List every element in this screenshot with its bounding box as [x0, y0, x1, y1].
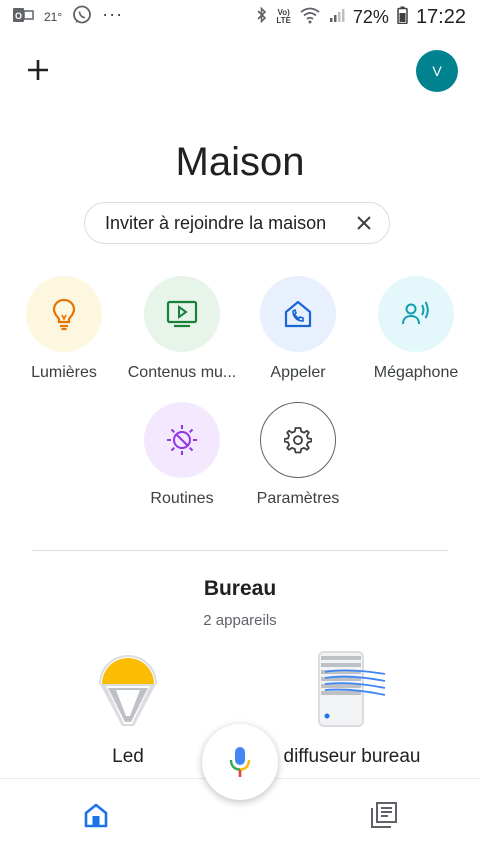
action-call[interactable]: Appeler: [238, 276, 358, 382]
close-icon: [357, 216, 371, 230]
lights-button[interactable]: [26, 276, 102, 352]
mic-icon: [229, 747, 251, 777]
nav-home-tab[interactable]: [80, 799, 112, 831]
megaphone-icon: [402, 301, 429, 325]
assistant-mic-button[interactable]: [202, 724, 278, 800]
bluetooth-icon: [256, 6, 268, 28]
action-label: Paramètres: [256, 490, 340, 507]
action-label: Appeler: [270, 364, 326, 381]
weather-temperature: 21°: [44, 10, 63, 24]
avatar-initial: V: [432, 63, 442, 79]
room-device-count: 2 appareils: [203, 612, 277, 629]
volte-indicator: Vo) LTE: [276, 9, 291, 25]
home-icon: [84, 803, 108, 828]
media-button[interactable]: [144, 276, 220, 352]
light-bulb-device-icon: [99, 655, 157, 726]
action-broadcast[interactable]: Mégaphone: [356, 276, 476, 382]
clock: 17:22: [415, 5, 466, 28]
status-bar: O 21° ··· Vo) LTE 72% 17:22: [0, 0, 480, 34]
action-label: Lumières: [31, 364, 97, 381]
plus-icon: [28, 60, 48, 80]
chip-close-button[interactable]: [353, 212, 375, 234]
routines-icon: [167, 425, 197, 455]
battery-icon: [397, 6, 408, 28]
routines-button[interactable]: [144, 402, 220, 478]
svg-text:O: O: [15, 11, 22, 21]
action-routines[interactable]: Routines: [122, 402, 242, 508]
invite-chip-label: Inviter à rejoindre la maison: [105, 212, 327, 233]
invite-to-home-chip[interactable]: Inviter à rejoindre la maison: [84, 202, 390, 244]
media-play-icon: [166, 300, 198, 328]
broadcast-button[interactable]: [378, 276, 454, 352]
whatsapp-icon: [72, 5, 92, 29]
action-settings[interactable]: Paramètres: [238, 402, 358, 508]
section-divider: [32, 550, 448, 551]
call-button[interactable]: [260, 276, 336, 352]
device-tile-led[interactable]: Led: [78, 650, 178, 768]
battery-level: 72%: [352, 6, 389, 27]
action-lights[interactable]: Lumières: [4, 276, 124, 382]
feed-icon: [371, 802, 397, 828]
device-name: diffuseur bureau: [283, 746, 421, 767]
device-tile-diffuseur-bureau[interactable]: diffuseur bureau: [262, 650, 442, 768]
wifi-icon: [299, 6, 321, 28]
status-bar-left: O 21° ···: [12, 3, 124, 29]
lightbulb-icon: [52, 298, 76, 331]
action-label: Contenus mu...: [127, 364, 237, 381]
settings-icon: [284, 427, 312, 454]
speaker-device-icon: [318, 651, 386, 727]
outlook-notification-icon: O: [12, 6, 34, 28]
settings-button[interactable]: [260, 402, 336, 478]
device-name: Led: [112, 746, 144, 767]
action-label: Mégaphone: [373, 364, 459, 381]
home-call-icon: [284, 300, 312, 328]
action-label: Routines: [150, 490, 214, 507]
nav-feed-tab[interactable]: [368, 799, 400, 831]
status-bar-right: Vo) LTE 72% 17:22: [256, 6, 466, 29]
more-notifications-indicator: ···: [102, 3, 124, 24]
room-title[interactable]: Bureau: [0, 577, 480, 601]
add-button[interactable]: [24, 56, 52, 84]
lte-label: LTE: [276, 16, 291, 25]
home-title: Maison: [175, 140, 305, 184]
signal-icon: [329, 7, 345, 27]
action-media[interactable]: Contenus mu...: [122, 276, 242, 382]
account-avatar[interactable]: V: [416, 50, 458, 92]
